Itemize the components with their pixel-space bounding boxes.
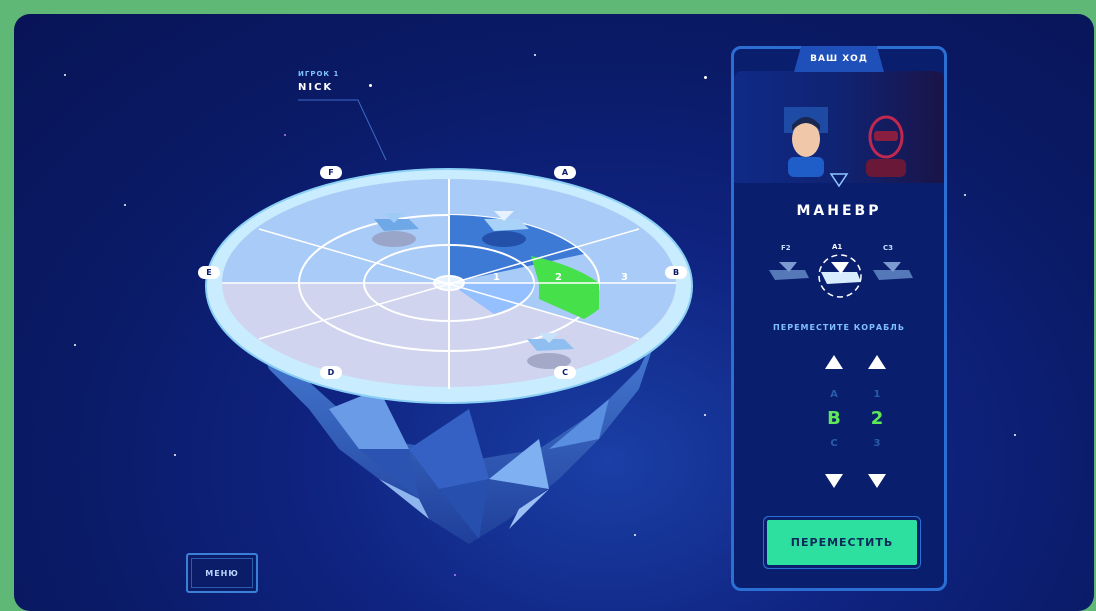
sector-label-f: F [320,166,342,179]
letter-up-arrow[interactable] [825,355,843,369]
number-down-arrow[interactable] [868,474,886,488]
ship-label-c3: C3 [883,244,894,252]
letter-next: C [830,438,838,449]
letter-down-arrow[interactable] [825,474,843,488]
number-next: 3 [873,438,881,449]
star [74,344,76,346]
player-name: NICK [298,82,334,93]
star [369,84,372,87]
star [1014,434,1016,436]
shield-icon [829,173,849,188]
number-prev: 1 [873,389,881,400]
ring-number-2: 2 [555,272,562,283]
mode-title: МАНЕВР [796,203,882,219]
game-screen: ИГРОК 1 NICK 1 2 3 A B C D E F МЕНЮ ВАШ … [14,14,1094,611]
turn-header: ВАШ ХОД [794,46,884,72]
star [454,574,456,576]
letter-prev: A [830,389,838,400]
sector-label-a: A [554,166,576,179]
players-portrait-area [734,71,944,183]
sector-label-b: B [665,266,687,279]
board-quadrant-top-left [222,179,449,283]
move-instruction: ПЕРЕМЕСТИТЕ КОРАБЛЬ [773,323,905,332]
star [64,74,66,76]
star [174,454,176,456]
opponent-avatar [866,115,906,177]
player-tag: ИГРОК 1 NICK [298,70,339,93]
ship-option-f2[interactable] [767,256,811,286]
star [964,194,966,196]
star [534,54,536,56]
ship-label-f2: F2 [781,244,791,252]
ring-number-3: 3 [621,272,628,283]
game-board [205,168,693,544]
ring-number-1: 1 [493,272,500,283]
turn-panel: ВАШ ХОД МАНЕВР F2 A1 C3 ПЕРЕМЕСТИТЕ КОРА… [731,46,947,591]
number-value: 2 [870,408,884,429]
sector-label-e: E [198,266,220,279]
star [124,204,126,206]
sector-label-c: C [554,366,576,379]
sector-label-d: D [320,366,342,379]
move-button[interactable]: ПЕРЕМЕСТИТЬ [767,520,917,565]
ship-option-a1[interactable] [815,254,865,298]
star [284,134,286,136]
ship-label-a1: A1 [832,243,843,251]
star [704,76,707,79]
player-caption: ИГРОК 1 [298,70,340,78]
letter-value: B [827,408,841,429]
player-avatar [784,107,828,177]
ship-option-c3[interactable] [871,256,915,286]
menu-button[interactable]: МЕНЮ [186,553,258,593]
number-up-arrow[interactable] [868,355,886,369]
